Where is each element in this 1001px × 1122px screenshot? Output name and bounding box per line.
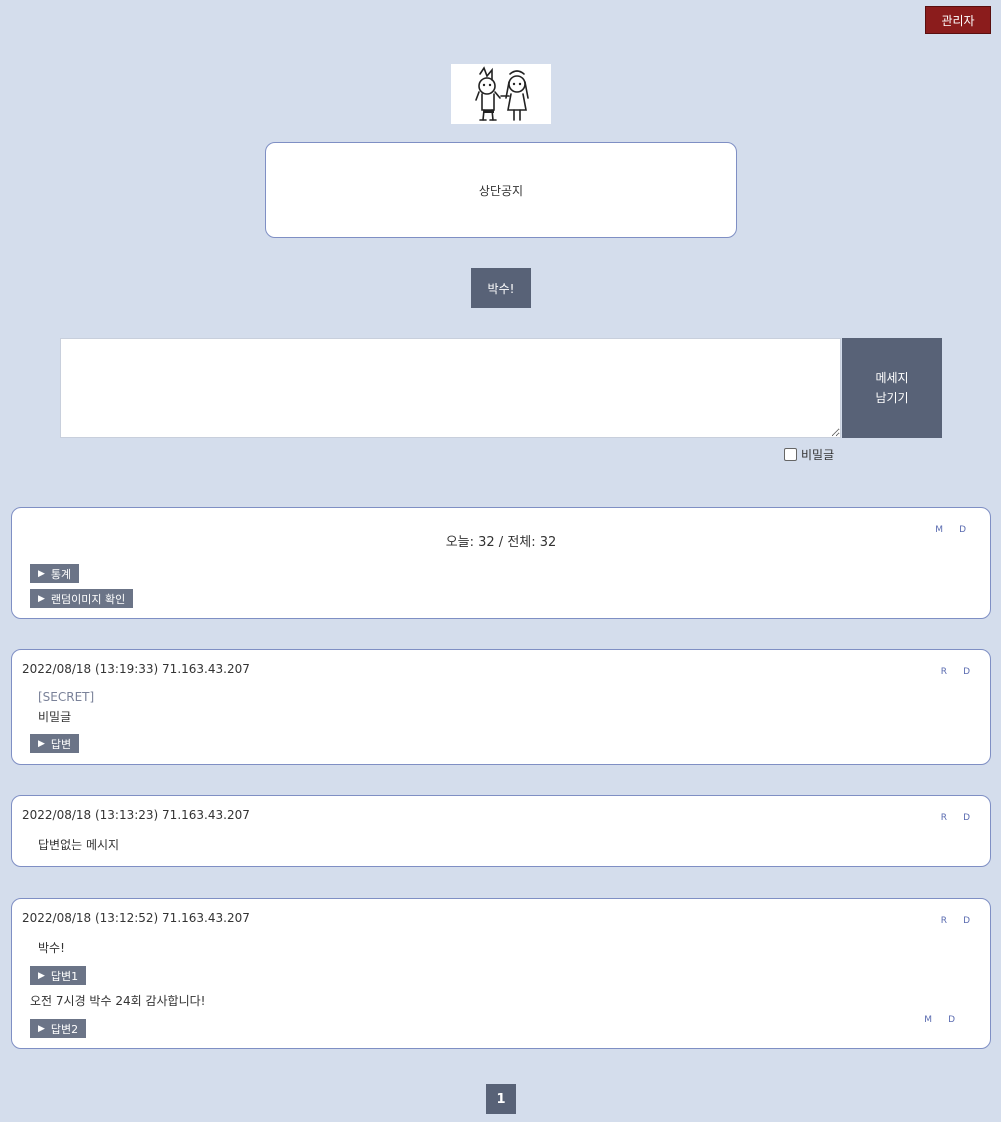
random-image-button[interactable]: ▶ 랜덤이미지 확인 <box>30 589 134 608</box>
message-input[interactable] <box>60 338 841 438</box>
triangle-right-icon: ▶ <box>38 1023 45 1034</box>
post-controls: R D <box>941 916 970 926</box>
post-controls: R D <box>941 813 970 823</box>
reply-text: 오전 7시경 박수 24회 감사합니다! <box>30 994 206 1008</box>
post-card: 2022/08/18 (13:19:33) 71.163.43.207 R D … <box>11 649 991 765</box>
secret-checkbox-label: 비밀글 <box>801 448 835 462</box>
stats-card: M D 오늘: 32 / 전체: 32 ▶ 통계 ▶ 랜덤이미지 확인 <box>11 507 991 619</box>
triangle-right-icon: ▶ <box>38 568 45 579</box>
delete-link[interactable]: D <box>963 667 970 677</box>
post-meta: 2022/08/18 (13:19:33) 71.163.43.207 <box>22 662 250 676</box>
reply-toggle-label: 답변 <box>50 737 72 751</box>
post-text: 비밀글 <box>38 710 72 724</box>
triangle-right-icon: ▶ <box>38 738 45 749</box>
post-text: 답변없는 메시지 <box>38 838 120 852</box>
post-meta: 2022/08/18 (13:12:52) 71.163.43.207 <box>22 911 250 925</box>
reply-toggle-button[interactable]: ▶ 답변 <box>30 734 80 753</box>
secret-tag: [SECRET] <box>38 690 95 704</box>
post-controls: R D <box>941 667 970 677</box>
character-doodle-logo-icon <box>475 66 529 121</box>
delete-link[interactable]: D <box>948 1015 955 1025</box>
reply1-toggle-label: 답변1 <box>50 969 79 983</box>
delete-link[interactable]: D <box>963 813 970 823</box>
post-card: 2022/08/18 (13:13:23) 71.163.43.207 R D … <box>11 795 991 867</box>
triangle-right-icon: ▶ <box>38 593 45 604</box>
admin-button[interactable]: 관리자 <box>925 6 991 34</box>
page-number-button[interactable]: 1 <box>486 1084 516 1114</box>
stats-toggle-label: 통계 <box>50 567 72 581</box>
logo-image <box>451 64 551 124</box>
post-text: 박수! <box>38 941 65 955</box>
modify-link[interactable]: M <box>924 1015 932 1025</box>
visitor-counter: 오늘: 32 / 전체: 32 <box>445 535 557 550</box>
delete-link[interactable]: D <box>963 916 970 926</box>
stats-toggle-button[interactable]: ▶ 통계 <box>30 564 80 583</box>
post-card: 2022/08/18 (13:12:52) 71.163.43.207 R D … <box>11 898 991 1049</box>
clap-button[interactable]: 박수! <box>471 268 531 308</box>
reply2-toggle-button[interactable]: ▶ 답변2 <box>30 1019 87 1038</box>
reply-link[interactable]: R <box>941 667 947 677</box>
notice-text: 상단공지 <box>478 183 524 198</box>
reply-link[interactable]: R <box>941 813 947 823</box>
reply1-toggle-button[interactable]: ▶ 답변1 <box>30 966 87 985</box>
secret-checkbox[interactable]: 비밀글 <box>784 446 834 463</box>
reply2-toggle-label: 답변2 <box>50 1022 79 1036</box>
send-message-button[interactable]: 메세지 남기기 <box>842 338 942 438</box>
reply-link[interactable]: R <box>941 916 947 926</box>
triangle-right-icon: ▶ <box>38 970 45 981</box>
top-notice: 상단공지 <box>265 142 737 238</box>
reply-controls: M D <box>924 1015 955 1025</box>
checkbox-box[interactable] <box>784 448 797 461</box>
random-image-label: 랜덤이미지 확인 <box>50 592 126 606</box>
post-meta: 2022/08/18 (13:13:23) 71.163.43.207 <box>22 808 250 822</box>
